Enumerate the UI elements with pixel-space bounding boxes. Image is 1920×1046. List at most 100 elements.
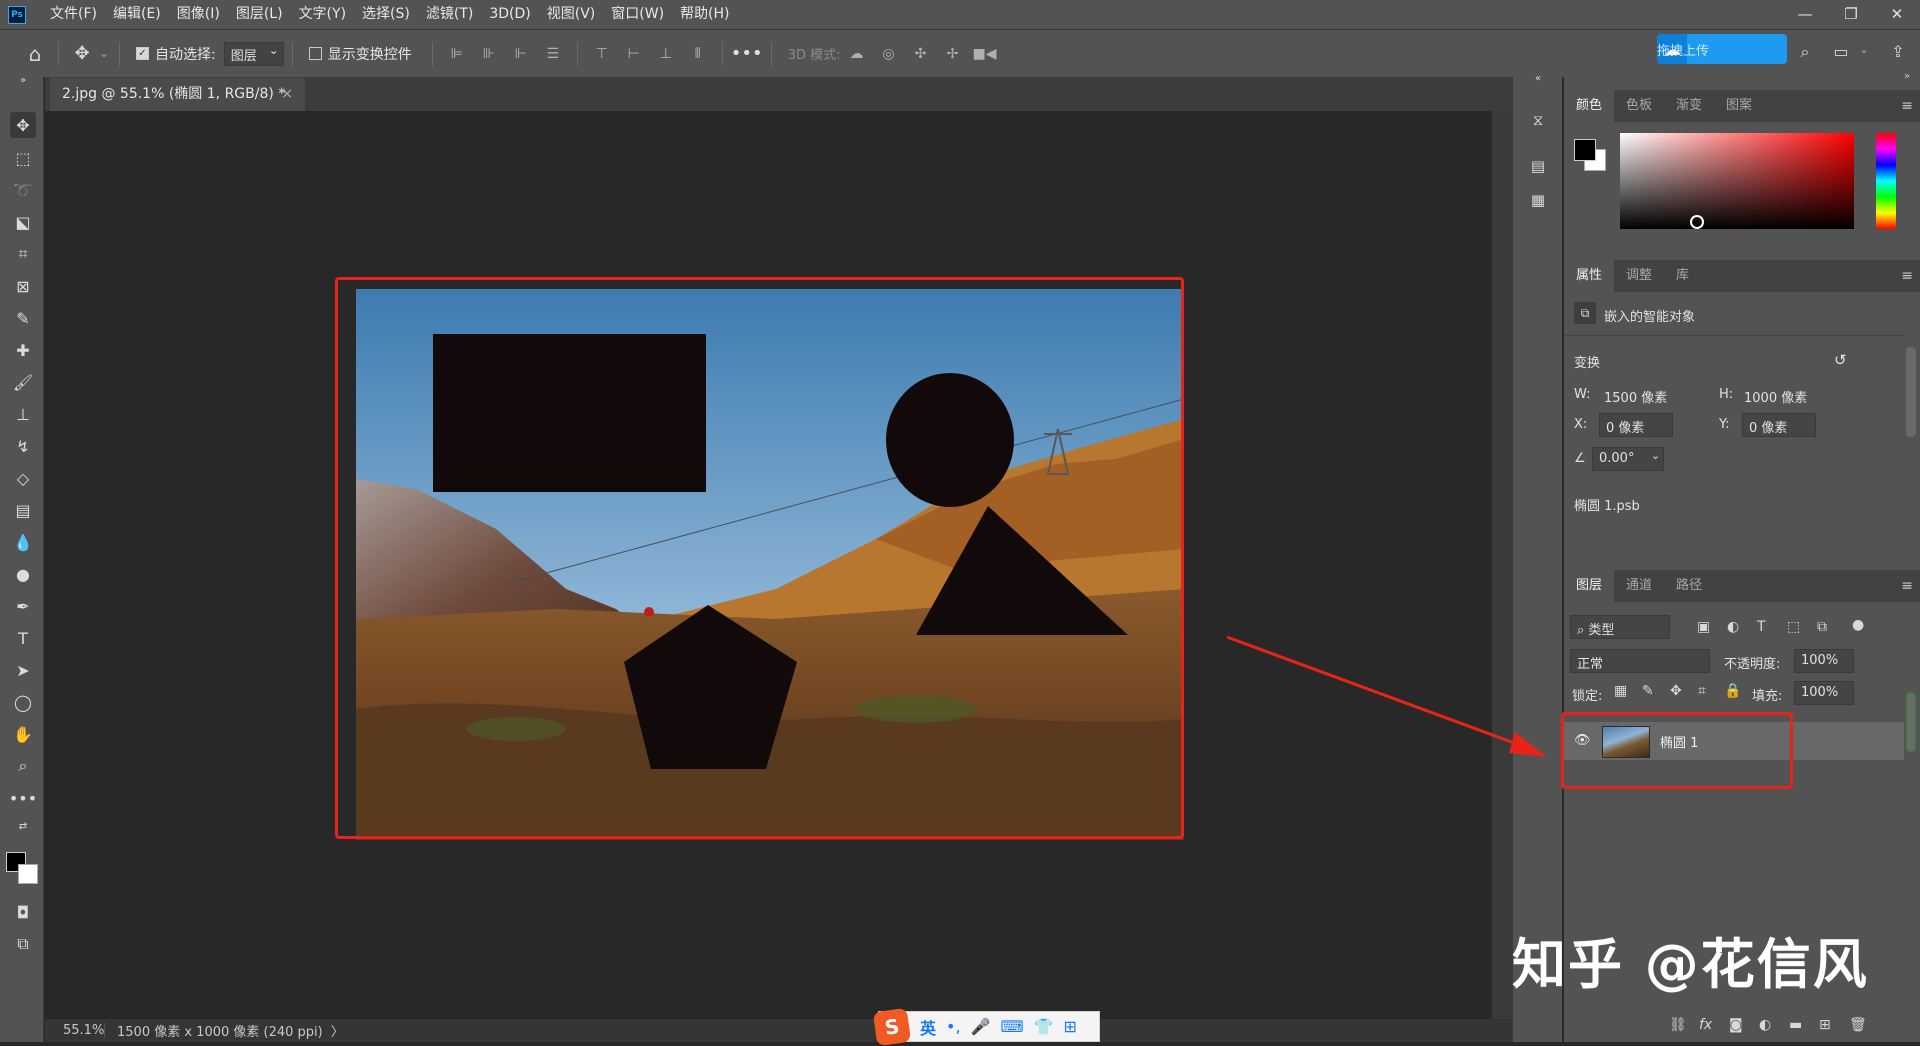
keyboard-icon[interactable]: ⌨: [1000, 1017, 1023, 1036]
reset-transform-icon[interactable]: ↺: [1834, 351, 1847, 369]
tab-layers[interactable]: 图层: [1564, 570, 1615, 602]
move-tool-icon[interactable]: ✥: [67, 43, 97, 64]
eraser-tool-icon[interactable]: ◇: [10, 465, 36, 491]
link-layers-icon[interactable]: ⛓: [1669, 1017, 1687, 1033]
more-tools-icon[interactable]: •••: [9, 785, 37, 811]
panel-menu-icon[interactable]: ≡: [1901, 268, 1913, 284]
panel-menu-icon[interactable]: ≡: [1901, 578, 1913, 594]
zoom-tool-icon[interactable]: ⌕: [10, 753, 36, 779]
x-position-field[interactable]: 0 像素: [1599, 413, 1673, 437]
minimize-button[interactable]: —: [1782, 0, 1828, 29]
layer-style-icon[interactable]: fx: [1699, 1017, 1712, 1033]
microphone-icon[interactable]: 🎤: [971, 1017, 991, 1036]
chevron-down-icon[interactable]: ⌄: [97, 47, 111, 60]
filter-smart-object-icon[interactable]: ⧉: [1817, 619, 1827, 635]
tab-libraries[interactable]: 库: [1664, 260, 1701, 292]
foreground-swatch[interactable]: [1574, 139, 1596, 161]
auto-select-dropdown[interactable]: 图层: [223, 41, 284, 66]
ime-language[interactable]: 英: [920, 1015, 936, 1039]
menu-window[interactable]: 窗口(W): [603, 0, 672, 29]
type-tool-icon[interactable]: T: [10, 625, 36, 651]
align-left-icon[interactable]: ⊫: [441, 46, 473, 62]
skin-icon[interactable]: 👕: [1034, 1017, 1054, 1036]
filter-shape-icon[interactable]: ⬚: [1787, 619, 1800, 635]
status-arrow-icon[interactable]: 〉: [331, 1021, 344, 1040]
fill-field[interactable]: 100%: [1794, 681, 1854, 705]
lock-transparency-icon[interactable]: ▦: [1614, 683, 1627, 699]
menu-type[interactable]: 文字(Y): [291, 0, 354, 29]
y-position-field[interactable]: 0 像素: [1742, 413, 1816, 437]
show-transform-checkbox[interactable]: [308, 47, 322, 60]
delete-layer-icon[interactable]: 🗑: [1849, 1017, 1867, 1033]
align-top-icon[interactable]: ⊤: [586, 46, 618, 62]
3d-slide-icon[interactable]: ✢: [937, 46, 969, 62]
properties-scrollbar[interactable]: [1906, 347, 1916, 437]
add-mask-icon[interactable]: ◙: [1729, 1017, 1743, 1033]
home-icon[interactable]: ⌂: [20, 42, 50, 66]
healing-brush-icon[interactable]: ✚: [10, 337, 36, 363]
3d-pan-icon[interactable]: ✣: [905, 46, 937, 62]
stamp-tool-icon[interactable]: ⊥: [10, 401, 36, 427]
chevron-down-icon[interactable]: ⌄: [1651, 449, 1660, 462]
align-bottom-icon[interactable]: ⊥: [650, 46, 682, 62]
menu-image[interactable]: 图像(I): [169, 0, 228, 29]
zoom-level[interactable]: 55.1%: [45, 1023, 105, 1038]
pen-tool-icon[interactable]: ✒: [10, 593, 36, 619]
tab-channels[interactable]: 通道: [1614, 570, 1664, 602]
collapse-icon[interactable]: »: [10, 73, 36, 87]
restore-button[interactable]: ❐: [1828, 0, 1874, 29]
filter-toggle-icon[interactable]: ●: [1852, 617, 1864, 633]
lock-position-icon[interactable]: ✥: [1670, 683, 1682, 699]
sogou-logo-icon[interactable]: S: [872, 1007, 912, 1046]
object-select-tool-icon[interactable]: ⬕: [10, 209, 36, 235]
hand-tool-icon[interactable]: ✋: [10, 721, 36, 747]
swap-colors-icon[interactable]: ⇄: [10, 819, 36, 833]
menu-filter[interactable]: 滤镜(T): [418, 0, 481, 29]
close-window-button[interactable]: ✕: [1874, 0, 1920, 29]
distribute-icon[interactable]: ☰: [537, 46, 569, 62]
width-value[interactable]: 1500 像素: [1604, 387, 1667, 406]
blend-mode-dropdown[interactable]: 正常: [1570, 649, 1710, 673]
dodge-tool-icon[interactable]: ●: [10, 561, 36, 587]
auto-select-checkbox[interactable]: ✓: [136, 47, 149, 60]
more-options-icon[interactable]: •••: [731, 43, 763, 64]
collapse-icon[interactable]: «: [1525, 71, 1551, 87]
hue-slider[interactable]: [1876, 133, 1896, 229]
align-middle-icon[interactable]: ⊢: [618, 46, 650, 62]
layers-scrollbar[interactable]: [1906, 692, 1916, 752]
layer-filter-dropdown[interactable]: ⌕ 类型: [1570, 615, 1670, 639]
filter-adjustment-icon[interactable]: ◐: [1727, 619, 1739, 635]
upload-button[interactable]: ☁ 拖拽上传: [1657, 34, 1787, 64]
collapse-icon[interactable]: »: [1904, 71, 1910, 82]
move-tool-icon[interactable]: ✥: [10, 112, 36, 138]
new-layer-icon[interactable]: ⊞: [1819, 1017, 1831, 1033]
background-color-swatch[interactable]: [18, 864, 38, 884]
tab-swatches[interactable]: 色板: [1614, 90, 1664, 122]
tab-patterns[interactable]: 图案: [1714, 90, 1764, 122]
gradient-tool-icon[interactable]: ▤: [10, 497, 36, 523]
eyedropper-tool-icon[interactable]: ✎: [10, 305, 36, 331]
close-tab-icon[interactable]: ×: [281, 78, 293, 111]
share-icon[interactable]: ⇪: [1883, 42, 1913, 61]
frame-tool-icon[interactable]: ⊠: [10, 273, 36, 299]
quick-mask-icon[interactable]: ◘: [10, 899, 36, 925]
lasso-tool-icon[interactable]: ➰: [10, 177, 36, 203]
menu-view[interactable]: 视图(V): [539, 0, 604, 29]
3d-camera-icon[interactable]: ■◀: [969, 46, 1001, 62]
height-value[interactable]: 1000 像素: [1744, 387, 1807, 406]
lock-artboard-icon[interactable]: ⌗: [1698, 683, 1706, 699]
ellipse-tool-icon[interactable]: ◯: [10, 689, 36, 715]
properties-icon[interactable]: ▤: [1525, 153, 1551, 179]
menu-edit[interactable]: 编辑(E): [105, 0, 169, 29]
menu-3d[interactable]: 3D(D): [481, 0, 538, 29]
color-picker-field[interactable]: [1620, 133, 1854, 229]
blur-tool-icon[interactable]: 💧: [10, 529, 36, 555]
tab-color[interactable]: 颜色: [1564, 90, 1615, 122]
align-right-icon[interactable]: ⊩: [505, 46, 537, 62]
color-picker-cursor[interactable]: [1690, 215, 1704, 229]
filter-type-icon[interactable]: T: [1757, 619, 1766, 635]
opacity-field[interactable]: 100%: [1794, 649, 1854, 673]
menu-file[interactable]: 文件(F): [42, 0, 105, 29]
3d-orbit-icon[interactable]: ☁: [841, 46, 873, 62]
lock-all-icon[interactable]: 🔒: [1724, 683, 1741, 699]
